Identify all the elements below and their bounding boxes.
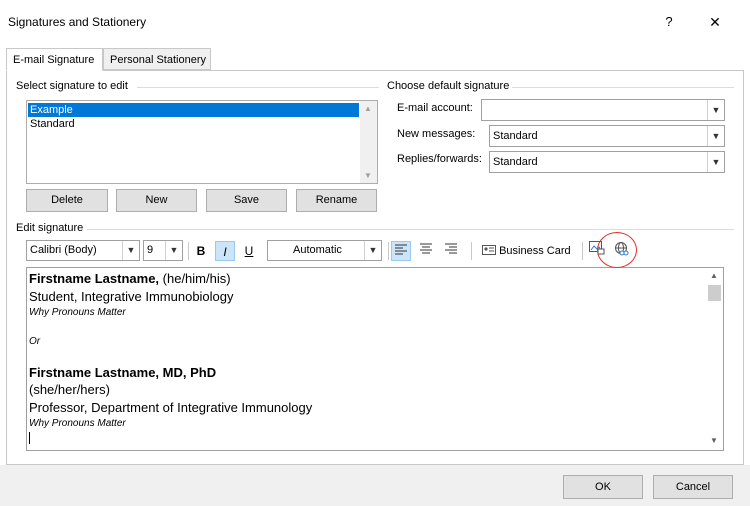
align-right-button[interactable] <box>441 241 461 261</box>
signature-line: Student, Integrative Immunobiology <box>29 289 234 304</box>
close-button[interactable]: ✕ <box>705 12 725 32</box>
signature-line: Professor, Department of Integrative Imm… <box>29 400 313 415</box>
bold-button[interactable]: B <box>192 241 210 261</box>
align-right-icon <box>445 243 457 254</box>
section-divider <box>137 87 379 88</box>
tab-personal-stationery-label: Personal Stationery <box>110 54 206 66</box>
editor-scrollbar[interactable]: ▲ ▼ <box>706 268 723 450</box>
save-button[interactable]: Save <box>206 189 287 212</box>
email-signature-panel: Select signature to edit Example Standar… <box>6 70 744 465</box>
align-center-button[interactable] <box>416 241 436 261</box>
business-card-button[interactable]: Business Card <box>482 241 578 261</box>
toolbar-separator <box>582 242 583 260</box>
email-account-label: E-mail account: <box>397 102 473 114</box>
business-card-icon <box>482 245 496 255</box>
chevron-down-icon[interactable]: ▼ <box>707 100 724 120</box>
signature-line: Why Pronouns Matter <box>29 307 126 318</box>
replies-forwards-value: Standard <box>493 156 538 168</box>
choose-default-label: Choose default signature <box>387 80 510 92</box>
chevron-down-icon[interactable]: ▼ <box>707 152 724 172</box>
new-messages-value: Standard <box>493 130 538 142</box>
signature-item-label: Example <box>30 104 73 116</box>
align-center-icon <box>420 243 432 254</box>
font-size-value: 9 <box>147 244 154 256</box>
signature-editor[interactable]: Firstname Lastname, (he/him/his) Student… <box>26 267 724 451</box>
window-title: Signatures and Stationery <box>8 15 147 29</box>
toolbar-separator <box>188 242 189 260</box>
highlight-circle <box>597 232 637 268</box>
help-button[interactable]: ? <box>659 12 679 32</box>
align-left-button[interactable] <box>391 241 411 261</box>
section-divider <box>512 87 734 88</box>
title-bar: Signatures and Stationery ? ✕ <box>0 0 750 38</box>
font-name-value: Calibri (Body) <box>30 244 97 256</box>
new-messages-label: New messages: <box>397 128 476 140</box>
font-color-value: Automatic <box>293 244 342 256</box>
align-left-icon <box>395 244 407 255</box>
replies-forwards-dropdown[interactable]: Standard ▼ <box>489 151 725 173</box>
replies-forwards-label: Replies/forwards: <box>397 153 482 165</box>
chevron-down-icon[interactable]: ▼ <box>165 241 182 260</box>
text-cursor <box>29 432 30 444</box>
font-size-dropdown[interactable]: 9 ▼ <box>143 240 183 261</box>
signature-line: Or <box>29 336 41 347</box>
signature-item-standard[interactable]: Standard <box>28 117 359 131</box>
scroll-up-icon[interactable]: ▲ <box>710 271 718 280</box>
font-name-dropdown[interactable]: Calibri (Body) ▼ <box>26 240 140 261</box>
signature-line: Firstname Lastname, MD, PhD <box>29 365 217 380</box>
scroll-down-icon[interactable]: ▼ <box>710 436 718 445</box>
chevron-down-icon[interactable]: ▼ <box>364 241 381 260</box>
scroll-down-icon[interactable]: ▼ <box>364 171 372 180</box>
dialog-footer: OK Cancel <box>0 465 750 506</box>
edit-signature-label: Edit signature <box>16 222 84 234</box>
signature-line: (she/her/hers) <box>29 382 110 397</box>
email-account-dropdown[interactable]: ▼ <box>481 99 725 121</box>
scroll-up-icon[interactable]: ▲ <box>364 104 372 113</box>
cancel-button[interactable]: Cancel <box>653 475 733 499</box>
font-color-dropdown[interactable]: Automatic ▼ <box>267 240 382 261</box>
italic-button[interactable]: I <box>215 241 235 261</box>
tab-email-signature-label: E-mail Signature <box>13 54 95 66</box>
new-button[interactable]: New <box>116 189 197 212</box>
underline-button[interactable]: U <box>240 241 258 261</box>
signature-listbox[interactable]: Example Standard ▲ ▼ <box>26 100 378 184</box>
signature-line: Firstname Lastname, (he/him/his) <box>29 271 231 286</box>
rename-button[interactable]: Rename <box>296 189 377 212</box>
signature-line: Why Pronouns Matter <box>29 418 126 429</box>
signature-item-label: Standard <box>30 118 75 130</box>
tab-personal-stationery[interactable]: Personal Stationery <box>103 48 211 70</box>
signature-item-example[interactable]: Example <box>28 103 359 117</box>
section-divider <box>87 229 734 230</box>
scrollbar-thumb[interactable] <box>708 285 721 301</box>
toolbar-separator <box>471 242 472 260</box>
chevron-down-icon[interactable]: ▼ <box>122 241 139 260</box>
select-signature-label: Select signature to edit <box>16 80 128 92</box>
business-card-label: Business Card <box>499 245 571 257</box>
ok-button[interactable]: OK <box>563 475 643 499</box>
chevron-down-icon[interactable]: ▼ <box>707 126 724 146</box>
toolbar-separator <box>388 242 389 260</box>
tab-email-signature[interactable]: E-mail Signature <box>6 48 103 71</box>
new-messages-dropdown[interactable]: Standard ▼ <box>489 125 725 147</box>
delete-button[interactable]: Delete <box>26 189 108 212</box>
listbox-scrollbar[interactable]: ▲ ▼ <box>360 101 377 183</box>
